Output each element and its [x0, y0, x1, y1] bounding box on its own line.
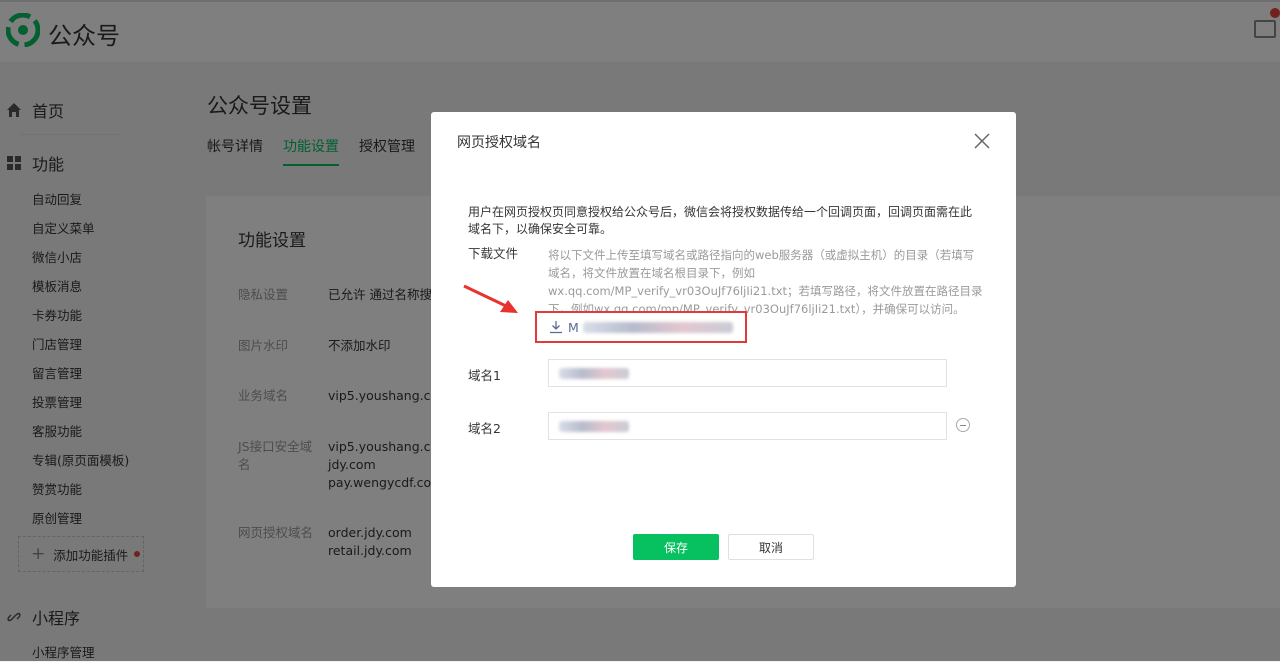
domain1-input[interactable]	[548, 359, 947, 387]
download-file-name: M	[568, 319, 579, 335]
cancel-button[interactable]: 取消	[728, 534, 814, 560]
download-icon	[550, 321, 562, 334]
download-file-label: 下载文件	[468, 246, 519, 261]
remove-domain-icon[interactable]	[956, 418, 970, 432]
oauth-domain-dialog: 网页授权域名 用户在网页授权页同意授权给公众号后，微信会将授权数据传给一个回调页…	[431, 112, 1016, 587]
blurred-domain2	[559, 420, 629, 432]
download-file-link[interactable]: M	[535, 311, 747, 343]
dialog-description: 用户在网页授权页同意授权给公众号后，微信会将授权数据传给一个回调页面，回调页面需…	[468, 205, 973, 236]
blurred-filename	[582, 321, 733, 333]
download-hint: 将以下文件上传至填写域名或路径指向的web服务器（或虚拟主机）的目录（若填写域名…	[548, 248, 983, 316]
save-button[interactable]: 保存	[633, 534, 719, 560]
domain2-label: 域名2	[468, 421, 501, 436]
domain1-label: 域名1	[468, 368, 501, 383]
domain2-input[interactable]	[548, 412, 947, 440]
dialog-title: 网页授权域名	[457, 135, 541, 151]
annotation-arrow-icon	[463, 284, 518, 313]
blurred-domain1	[559, 367, 629, 379]
close-icon[interactable]	[971, 130, 993, 152]
